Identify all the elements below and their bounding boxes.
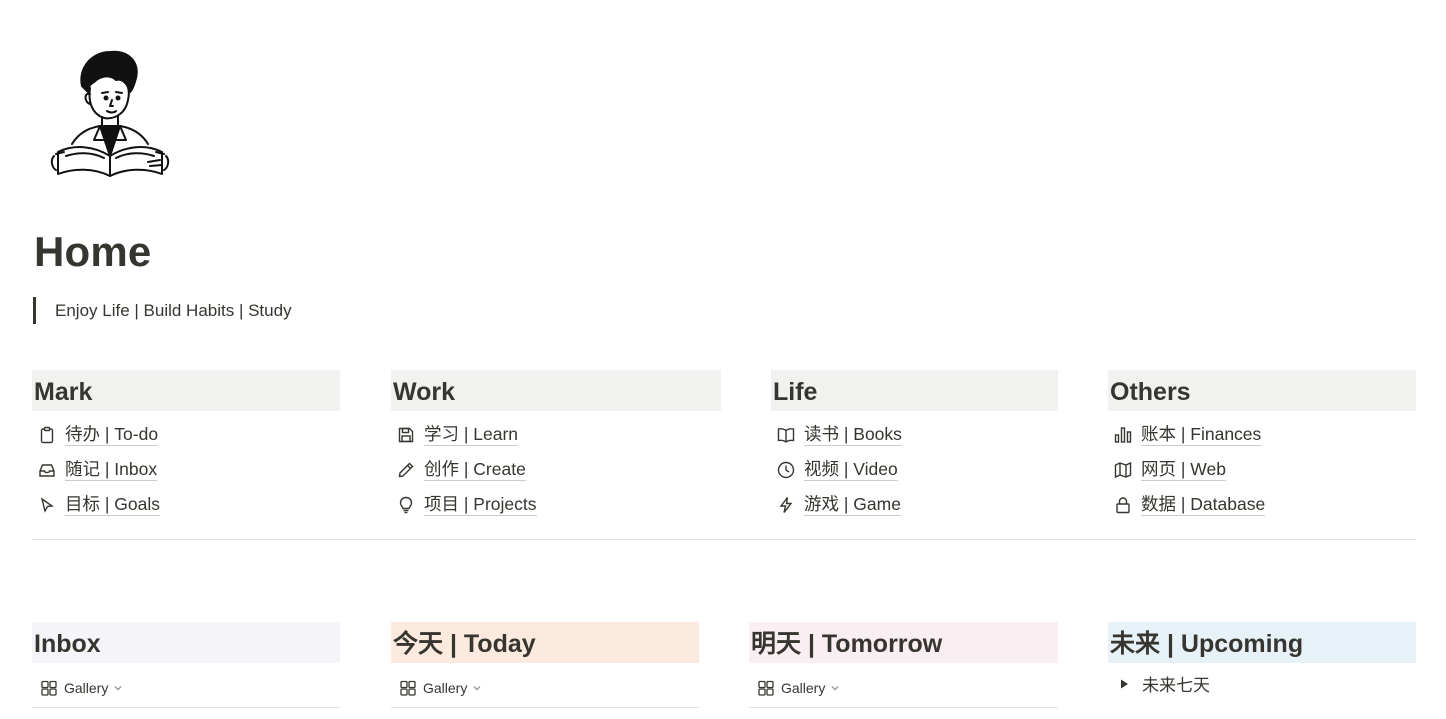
clock-icon <box>777 461 795 479</box>
link-finances[interactable]: 账本 | Finances <box>1108 417 1416 452</box>
divider <box>32 539 1416 540</box>
avatar <box>44 44 178 178</box>
view-label: Gallery <box>781 680 826 696</box>
gallery-view-tab[interactable]: Gallery <box>749 677 1058 699</box>
pencil-icon <box>397 461 415 479</box>
link-database[interactable]: 数据 | Database <box>1108 487 1416 522</box>
link-create[interactable]: 创作 | Create <box>391 452 721 487</box>
chevron-down-icon <box>829 682 841 694</box>
link-projects[interactable]: 项目 | Projects <box>391 487 721 522</box>
view-divider <box>32 707 340 708</box>
gallery-icon <box>40 679 58 697</box>
link-web[interactable]: 网页 | Web <box>1108 452 1416 487</box>
link-game[interactable]: 游戏 | Game <box>771 487 1058 522</box>
triangle-right-icon[interactable] <box>1114 674 1134 694</box>
lightning-icon <box>777 496 795 514</box>
chevron-down-icon <box>471 682 483 694</box>
section-others: Others 账本 | Finances 网页 | Web 数据 | Datab… <box>1108 370 1416 522</box>
link-video[interactable]: 视频 | Video <box>771 452 1058 487</box>
db-inbox: Inbox Gallery <box>32 622 340 708</box>
bar-chart-icon <box>1114 426 1132 444</box>
view-divider <box>749 707 1058 708</box>
link-books[interactable]: 读书 | Books <box>771 417 1058 452</box>
map-icon <box>1114 461 1132 479</box>
view-label: Gallery <box>64 680 109 696</box>
page-title: Home <box>34 228 152 275</box>
toggle-label: 未来七天 <box>1142 676 1210 695</box>
clipboard-icon <box>38 426 56 444</box>
section-life: Life 读书 | Books 视频 | Video 游戏 | Game <box>771 370 1058 522</box>
toggle-next-seven-days[interactable]: 未来七天 <box>1108 671 1416 696</box>
inbox-icon <box>38 461 56 479</box>
section-work: Work 学习 | Learn 创作 | Create 项目 | Project… <box>391 370 721 522</box>
db-heading: Inbox <box>32 622 340 663</box>
section-mark: Mark 待办 | To-do 随记 | Inbox 目标 | Goals <box>32 370 340 522</box>
page-quote: Enjoy Life | Build Habits | Study <box>33 297 292 324</box>
link-inbox[interactable]: 随记 | Inbox <box>32 452 340 487</box>
section-heading: Mark <box>32 370 340 411</box>
link-learn[interactable]: 学习 | Learn <box>391 417 721 452</box>
gallery-view-tab[interactable]: Gallery <box>32 677 340 699</box>
section-heading: Others <box>1108 370 1416 411</box>
gallery-view-tab[interactable]: Gallery <box>391 677 699 699</box>
section-heading: Work <box>391 370 721 411</box>
link-todo[interactable]: 待办 | To-do <box>32 417 340 452</box>
gallery-icon <box>399 679 417 697</box>
view-divider <box>391 707 699 708</box>
db-upcoming: 未来 | Upcoming 未来七天 <box>1108 622 1416 696</box>
db-today: 今天 | Today Gallery <box>391 622 699 708</box>
lightbulb-icon <box>397 496 415 514</box>
view-label: Gallery <box>423 680 468 696</box>
db-heading: 今天 | Today <box>391 622 699 663</box>
book-icon <box>777 426 795 444</box>
db-tomorrow: 明天 | Tomorrow Gallery <box>749 622 1058 708</box>
section-heading: Life <box>771 370 1058 411</box>
db-heading: 未来 | Upcoming <box>1108 622 1416 663</box>
link-goals[interactable]: 目标 | Goals <box>32 487 340 522</box>
db-heading: 明天 | Tomorrow <box>749 622 1058 663</box>
lock-icon <box>1114 496 1132 514</box>
gallery-icon <box>757 679 775 697</box>
save-icon <box>397 426 415 444</box>
chevron-down-icon <box>112 682 124 694</box>
cursor-icon <box>38 496 56 514</box>
reading-person-illustration <box>50 50 170 177</box>
